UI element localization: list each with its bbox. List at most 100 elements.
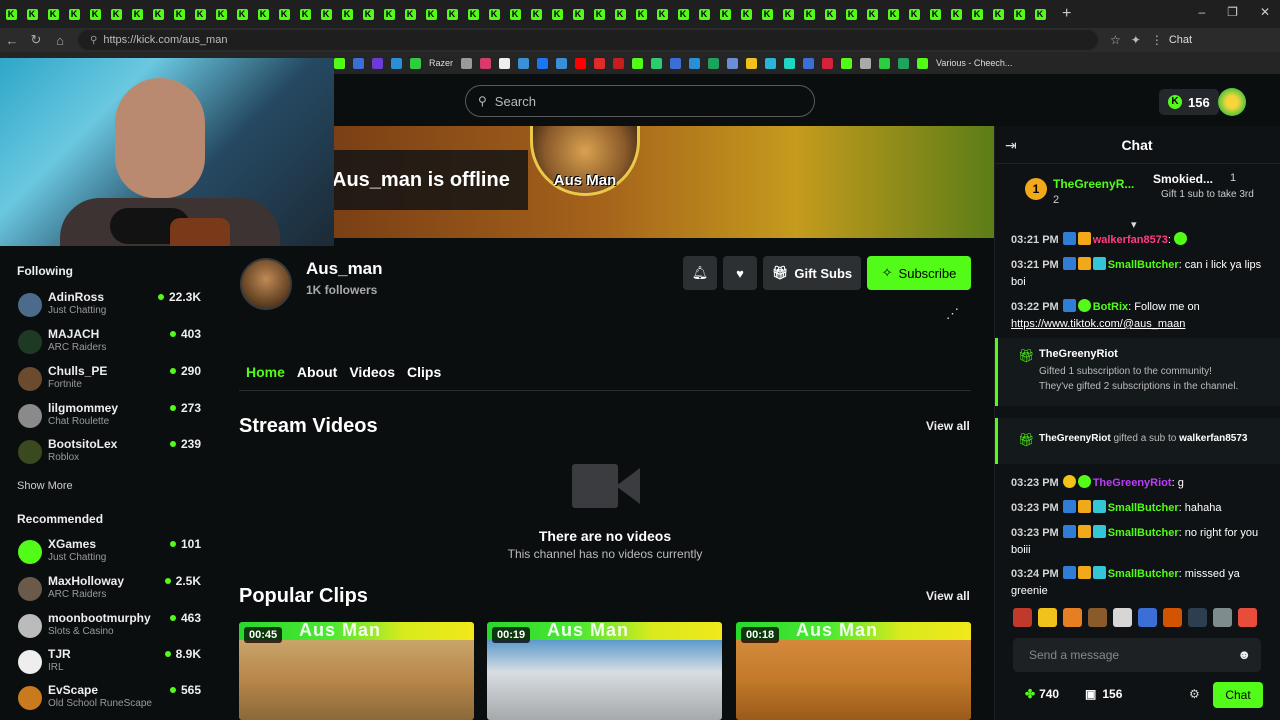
bookmark-icon[interactable] <box>784 57 796 69</box>
sidebar-item-moonbootmurphy[interactable]: moonbootmurphy Slots & Casino 463 <box>18 611 208 645</box>
bookmark-icon[interactable] <box>334 57 345 69</box>
clip-card[interactable]: Aus Man 00:18 <box>736 622 971 720</box>
sidebar-item-tjr[interactable]: TJR IRL 8.9K <box>18 647 208 681</box>
browser-tab[interactable]: K <box>1 4 21 24</box>
browser-tab[interactable]: K <box>904 4 924 24</box>
gift-event-user[interactable]: TheGreenyRiot <box>1039 348 1118 360</box>
bookmark-razer[interactable]: Razer <box>429 58 453 68</box>
emote-icon[interactable] <box>1063 608 1082 627</box>
bookmark-icon[interactable] <box>689 57 701 69</box>
search-input[interactable]: ⚲ Search <box>465 85 815 117</box>
kicks-counter[interactable]: ✤ 740 <box>1025 687 1059 701</box>
bookmark-icon[interactable] <box>391 57 402 69</box>
bookmark-icon[interactable] <box>803 57 815 69</box>
browser-tab[interactable]: K <box>799 4 819 24</box>
send-chat-button[interactable]: Chat <box>1213 682 1263 708</box>
browser-tab[interactable]: K <box>253 4 273 24</box>
bookmark-icon[interactable] <box>822 57 834 69</box>
browser-tab[interactable]: K <box>1009 4 1029 24</box>
star-icon[interactable]: ☆ <box>1110 33 1121 47</box>
browser-tab[interactable]: K <box>148 4 168 24</box>
browser-tab[interactable]: K <box>316 4 336 24</box>
browser-tab[interactable]: K <box>442 4 462 24</box>
message-user[interactable]: SmallButcher <box>1108 568 1179 580</box>
browser-tab[interactable]: K <box>841 4 861 24</box>
bookmark-icon[interactable] <box>879 57 891 69</box>
bookmark-icon[interactable] <box>670 57 682 69</box>
bookmark-icon[interactable] <box>480 57 492 69</box>
maximize-icon[interactable]: ❐ <box>1227 5 1238 19</box>
browser-tab[interactable]: K <box>862 4 882 24</box>
browser-tab[interactable]: K <box>652 4 672 24</box>
emote-icon[interactable] <box>1213 608 1232 627</box>
sidebar-item-majach[interactable]: MAJACH ARC Raiders 403 <box>18 327 208 361</box>
message-user[interactable]: SmallButcher <box>1108 502 1179 514</box>
bookmark-icon[interactable] <box>575 57 587 69</box>
bookmark-icon[interactable] <box>898 57 910 69</box>
message-user[interactable]: SmallButcher <box>1108 527 1179 539</box>
message-user[interactable]: SmallButcher <box>1108 259 1179 271</box>
browser-tab[interactable]: K <box>358 4 378 24</box>
browser-tab[interactable]: K <box>610 4 630 24</box>
browser-tab[interactable]: K <box>946 4 966 24</box>
tab-home[interactable]: Home <box>246 364 285 380</box>
browser-tab[interactable]: K <box>820 4 840 24</box>
browser-tab[interactable]: K <box>484 4 504 24</box>
emote-icon[interactable] <box>1113 608 1132 627</box>
gift-sub-target[interactable]: walkerfan8573 <box>1179 433 1247 444</box>
emote-icon[interactable] <box>1013 608 1032 627</box>
tab-videos[interactable]: Videos <box>349 364 395 380</box>
browser-tab[interactable]: K <box>43 4 63 24</box>
browser-tab[interactable]: K <box>526 4 546 24</box>
home-icon[interactable]: ⌂ <box>48 33 72 48</box>
expand-leaderboard-icon[interactable]: ▾ <box>1131 218 1137 231</box>
bookmark-icon[interactable] <box>765 57 777 69</box>
browser-tab[interactable]: K <box>379 4 399 24</box>
browser-tab[interactable]: K <box>736 4 756 24</box>
emote-icon[interactable] <box>1038 608 1057 627</box>
follow-button[interactable]: ♥ <box>723 256 757 290</box>
browser-tab[interactable]: K <box>568 4 588 24</box>
gift-counter[interactable]: ▣ 156 <box>1085 687 1122 701</box>
bookmark-icon[interactable] <box>651 57 663 69</box>
notifications-button[interactable]: 🔔︎ <box>683 256 717 290</box>
collapse-chat-icon[interactable]: ⇥ <box>1005 137 1017 154</box>
bookmark-icon[interactable] <box>518 57 530 69</box>
browser-tab[interactable]: K <box>127 4 147 24</box>
copilot-chat-button[interactable]: Chat <box>1169 34 1192 46</box>
browser-tab[interactable]: K <box>400 4 420 24</box>
browser-tab[interactable]: K <box>988 4 1008 24</box>
emote-icon[interactable] <box>1138 608 1157 627</box>
browser-tab[interactable]: K <box>295 4 315 24</box>
bookmark-various[interactable]: Various - Cheech... <box>936 58 1012 68</box>
browser-tab[interactable]: K <box>505 4 525 24</box>
bookmark-icon[interactable] <box>917 57 929 69</box>
bookmark-icon[interactable] <box>708 57 720 69</box>
emoji-picker-icon[interactable]: ☻ <box>1237 647 1251 662</box>
bookmark-icon[interactable] <box>410 57 421 69</box>
bookmark-icon[interactable] <box>537 57 549 69</box>
message-user[interactable]: walkerfan8573 <box>1093 234 1168 246</box>
browser-tab[interactable]: K <box>694 4 714 24</box>
minimize-icon[interactable]: – <box>1198 5 1205 19</box>
browser-tab[interactable]: K <box>421 4 441 24</box>
share-icon[interactable]: ⋰ <box>946 306 959 322</box>
chat-settings-icon[interactable]: ⚙ <box>1189 687 1200 701</box>
sidebar-item-bootsitolex[interactable]: BootsitoLex Roblox 239 <box>18 437 208 471</box>
emote-icon[interactable] <box>1163 608 1182 627</box>
browser-tab[interactable]: K <box>967 4 987 24</box>
browser-tab[interactable]: K <box>547 4 567 24</box>
browser-tab[interactable]: K <box>22 4 42 24</box>
kicks-balance-button[interactable]: K 156 <box>1159 89 1219 115</box>
browser-tab[interactable]: K <box>673 4 693 24</box>
browser-tab[interactable]: K <box>337 4 357 24</box>
browser-tab[interactable]: K <box>757 4 777 24</box>
url-field[interactable]: ⚲ https://kick.com/aus_man <box>78 30 1098 50</box>
leader-name[interactable]: TheGreenyR... <box>1053 177 1134 191</box>
sidebar-item-lilgmommey[interactable]: lilgmommey Chat Roulette 273 <box>18 401 208 435</box>
sidebar-item-chulls-pe[interactable]: Chulls_PE Fortnite 290 <box>18 364 208 398</box>
browser-tab[interactable]: K <box>883 4 903 24</box>
browser-tab[interactable]: K <box>631 4 651 24</box>
user-avatar[interactable] <box>1218 88 1246 116</box>
emote-icon[interactable] <box>1088 608 1107 627</box>
